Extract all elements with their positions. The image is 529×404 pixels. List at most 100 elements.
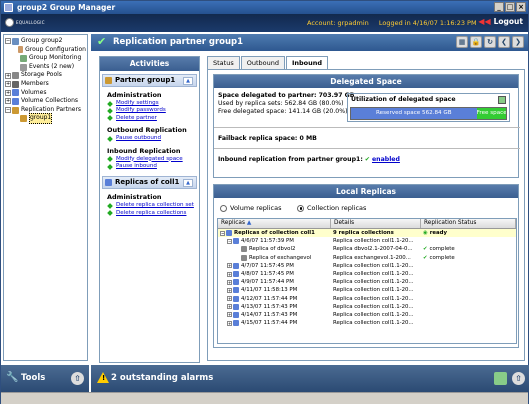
logout-button[interactable]: ◀◀ Logout (478, 17, 523, 26)
tools-status-icon[interactable] (494, 372, 507, 385)
tree-item-label: Group group2 (21, 37, 63, 44)
tab-status[interactable]: Status (207, 56, 240, 69)
collection-replicas-radio[interactable]: Collection replicas (297, 204, 366, 212)
activity-link[interactable]: Modify passwords (107, 107, 199, 114)
expand-toggle-icon[interactable]: + (5, 89, 11, 96)
bullet-icon (107, 210, 113, 217)
collapse-icon[interactable]: ▲ (183, 77, 193, 85)
tree-item[interactable]: + Volume Collections (5, 97, 86, 106)
expand-up-icon[interactable]: ⇧ (71, 372, 84, 385)
tree-item[interactable]: Group Monitoring (5, 54, 86, 63)
collapse-icon[interactable]: ▲ (183, 179, 193, 188)
refresh-icon[interactable]: ↻ (484, 36, 496, 48)
tree-item[interactable]: Group Configuration (5, 46, 86, 55)
expand-toggle-icon[interactable]: + (227, 271, 232, 277)
column-header-status[interactable]: Replication Status (421, 219, 516, 228)
volume-replicas-radio[interactable]: Volume replicas (220, 204, 281, 212)
tree-node-icon (12, 97, 19, 105)
replica-icon (233, 320, 239, 327)
table-row[interactable]: +4/11/07 11:58:13 PM Replica collection c… (218, 286, 516, 294)
close-button[interactable]: × (516, 2, 526, 12)
expand-toggle-icon[interactable]: + (5, 81, 11, 88)
expand-toggle-icon[interactable]: + (227, 320, 232, 326)
lock-icon[interactable]: 🔒 (470, 36, 482, 48)
expand-toggle-icon[interactable]: − (220, 230, 225, 236)
free-space: Free delegated space: 141.14 GB (20.0%) (218, 108, 348, 115)
local-replicas-title: Local Replicas (214, 185, 518, 198)
tab-outbound[interactable]: Outbound (240, 56, 285, 69)
activity-link[interactable]: Modify delegated space (107, 156, 199, 163)
table-row[interactable]: +4/7/07 11:57:45 PM Replica collection co… (218, 262, 516, 270)
table-body: − Replicas of collection coll1 9 replica c… (218, 229, 516, 327)
activity-link[interactable]: Delete partner (107, 115, 199, 122)
check-icon: ✔ (364, 156, 370, 163)
tools-panel-bar[interactable]: 🔧 Tools ⇧ (1, 365, 89, 392)
expand-toggle-icon[interactable]: + (227, 263, 232, 269)
expand-toggle-icon[interactable]: − (227, 238, 232, 244)
column-header-details[interactable]: Details (331, 219, 421, 228)
maximize-button[interactable]: □ (505, 2, 515, 12)
tree-item[interactable]: + Volumes (5, 89, 86, 98)
table-row[interactable]: +4/15/07 11:57:44 PM Replica collection c… (218, 319, 516, 327)
activity-link[interactable]: Delete replica collections (107, 210, 199, 217)
expand-toggle-icon[interactable]: − (5, 38, 11, 45)
table-row[interactable]: +4/8/07 11:57:45 PM Replica collection co… (218, 270, 516, 278)
check-icon: ✔ (97, 35, 107, 48)
account-name: Account: grpadmin (307, 19, 369, 27)
table-row[interactable]: +4/13/07 11:57:43 PM Replica collection c… (218, 303, 516, 311)
tree-node-icon (18, 46, 24, 54)
tree-item[interactable]: − Group group2 (5, 37, 86, 46)
table-row[interactable]: Replica of dbvol2 Replica dbvol2.1-2007-0… (218, 245, 516, 253)
window-bottom-border (1, 392, 528, 404)
tree-item[interactable]: + Storage Pools (5, 71, 86, 80)
expand-toggle-icon[interactable]: + (227, 296, 232, 302)
activity-section-heading: Administration (107, 193, 162, 202)
grid-view-icon[interactable]: ▦ (456, 36, 468, 48)
alarms-bar[interactable]: 2 outstanding alarms ⇧ (91, 365, 529, 392)
tree-node-icon (20, 63, 27, 71)
tree-node-icon (12, 80, 19, 88)
logout-icon: ◀◀ (478, 17, 491, 26)
legend-icon (498, 96, 506, 104)
table-row[interactable]: −4/6/07 11:57:39 PM Replica collection co… (218, 237, 516, 245)
inbound-enabled-link[interactable]: enabled (372, 156, 400, 164)
table-row[interactable]: Replica of exchangevol Replica exchangevo… (218, 254, 516, 262)
table-row[interactable]: +4/12/07 11:57:44 PM Replica collection c… (218, 295, 516, 303)
expand-toggle-icon[interactable]: + (5, 98, 11, 105)
expand-toggle-icon[interactable]: + (227, 279, 232, 285)
expand-up-icon[interactable]: ⇧ (512, 372, 525, 385)
activity-link[interactable]: Modify settings (107, 100, 199, 107)
tree-node-icon (20, 115, 27, 123)
partner-group-header[interactable]: Partner group1 ▲ (102, 74, 197, 87)
bullet-icon (107, 115, 113, 122)
replica-icon (233, 295, 239, 302)
activity-link[interactable]: Pause outbound (107, 135, 199, 142)
tab-inbound[interactable]: Inbound (285, 56, 329, 70)
expand-toggle-icon[interactable]: − (5, 107, 11, 114)
radio-icon (220, 204, 227, 212)
tree-item[interactable]: Events (2 new) (5, 63, 86, 72)
tree-item[interactable]: + Members (5, 80, 86, 89)
app-window: group2 Group Manager _ □ × EQUALLOGIC Ac… (0, 0, 529, 404)
activity-link[interactable]: Pause inbound (107, 163, 199, 170)
used-space: Used by replica sets: 562.84 GB (80.0%) (218, 100, 344, 107)
activity-link[interactable]: Delete replica collection set (107, 202, 199, 209)
navigation-tree[interactable]: − Group group2 Group Configuration Group Mo… (3, 34, 88, 361)
table-row[interactable]: − Replicas of collection coll1 9 replica c… (218, 229, 516, 238)
expand-toggle-icon[interactable]: + (5, 72, 11, 79)
column-header-replicas[interactable]: Replicas ▲ (218, 219, 331, 228)
expand-toggle-icon[interactable]: + (227, 312, 232, 318)
replica-icon (233, 311, 239, 318)
minimize-button[interactable]: _ (494, 2, 504, 12)
forward-icon[interactable]: ❯ (512, 36, 524, 48)
table-row[interactable]: +4/9/07 11:57:44 PM Replica collection co… (218, 278, 516, 286)
replicas-group-header[interactable]: Replicas of coll1 ▲ (102, 176, 197, 190)
table-row[interactable]: +4/14/07 11:57:43 PM Replica collection c… (218, 311, 516, 319)
back-icon[interactable]: ❮ (498, 36, 510, 48)
tree-item[interactable]: group1 (5, 113, 86, 124)
page-title: Replication partner group1 (113, 37, 244, 47)
tab-bar: Status Outbound Inbound (207, 56, 329, 70)
replica-icon (233, 303, 239, 310)
expand-toggle-icon[interactable]: + (227, 304, 232, 310)
expand-toggle-icon[interactable]: + (227, 287, 232, 293)
